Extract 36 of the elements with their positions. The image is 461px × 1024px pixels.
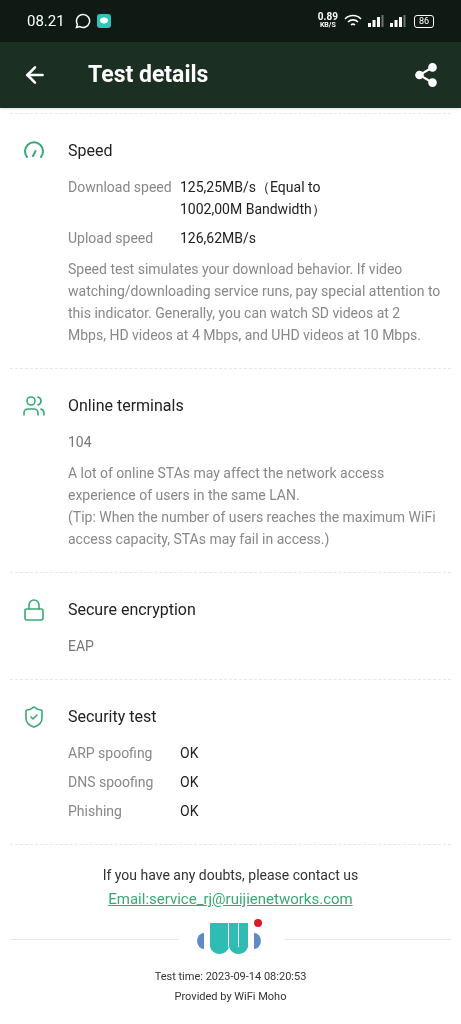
- signal-icon: [389, 15, 406, 27]
- chat-app-icon: [74, 13, 91, 29]
- section-value: 104: [68, 433, 93, 452]
- row-label: Download speed: [68, 178, 173, 197]
- row-value: 126,62MB/s: [180, 229, 258, 248]
- row-value: OK: [180, 744, 200, 763]
- row-label: ARP spoofing: [68, 744, 154, 763]
- description-text: Speed test simulates your download behavior. If video watching/downloading service runs, pay special attention to this indicator. Generally, you can watch SD videos at 2 Mbps, HD videos at 4 Mbps, and UHD videos at 10 Mbps.: [68, 260, 441, 345]
- lock-icon: [22, 598, 46, 622]
- section-title: Secure encryption: [68, 599, 196, 621]
- users-icon: [22, 394, 46, 418]
- section-title: Speed: [68, 140, 113, 162]
- page-title: Test details: [88, 59, 209, 90]
- contact-text: If you have any doubts, please contact us: [102, 866, 359, 885]
- description-text: (Tip: When the number of users reaches the maximum WiFi access capacity, STAs may fail in access.): [68, 508, 437, 549]
- row-label: Phishing: [68, 802, 123, 821]
- section-value: EAP: [68, 637, 95, 656]
- provider-text: Provided by WiFi Moho: [173, 989, 288, 1005]
- wifi-icon: [343, 14, 362, 28]
- network-speed: 0.89: [317, 13, 338, 21]
- message-app-icon: [96, 14, 111, 28]
- row-label: DNS spoofing: [68, 773, 155, 792]
- signal-icon: [367, 15, 384, 27]
- share-button[interactable]: [413, 62, 439, 88]
- section-title: Online terminals: [68, 395, 184, 417]
- row-label: Upload speed: [68, 229, 155, 248]
- row-value: OK: [180, 773, 200, 792]
- clock: 08.21: [27, 10, 65, 32]
- email-link[interactable]: Email:service_rj@ruijienetworks.com: [108, 888, 353, 911]
- battery-indicator: 86: [413, 14, 434, 28]
- section-title: Security test: [68, 706, 157, 728]
- row-value: 125,25MB/s（Equal to 1002,00M Bandwidth）: [180, 178, 327, 219]
- shield-check-icon: [22, 705, 46, 729]
- row-value: OK: [180, 802, 200, 821]
- test-time: Test time: 2023-09-14 08:20:53: [153, 968, 308, 985]
- description-text: A lot of online STAs may affect the network access experience of users in the same LAN.: [68, 464, 386, 505]
